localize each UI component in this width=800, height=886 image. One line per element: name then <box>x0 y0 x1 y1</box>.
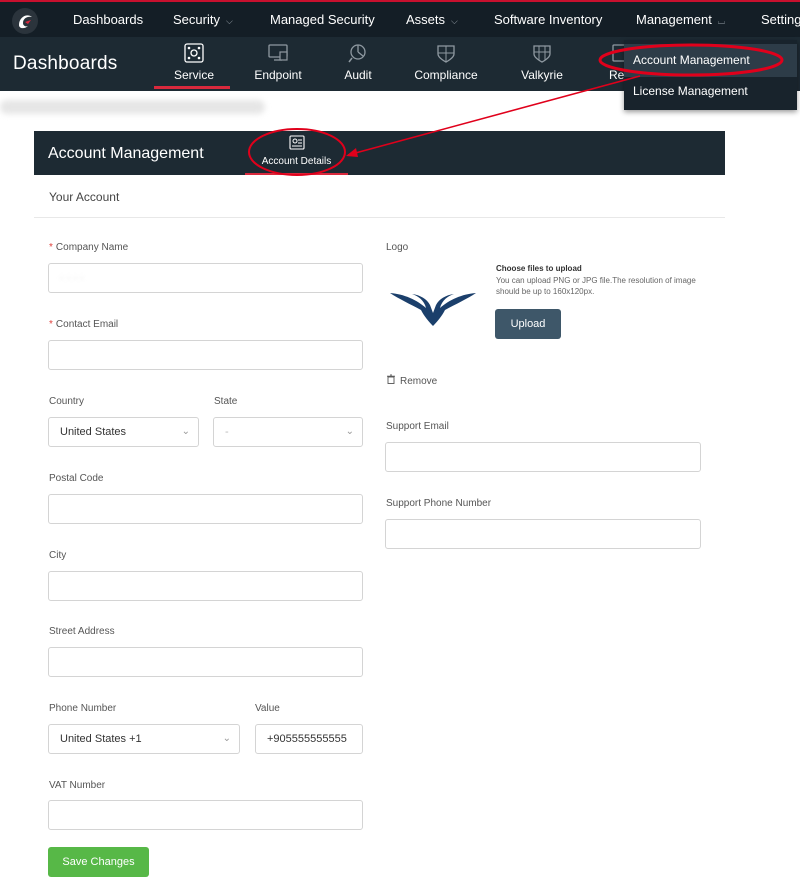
active-tab-indicator <box>154 86 230 89</box>
phone-value-label: Value <box>255 703 280 714</box>
country-select-value: United States <box>60 426 127 438</box>
street-address-label: Street Address <box>49 626 115 637</box>
menu-item-license-management[interactable]: License Management <box>624 75 797 108</box>
tab-compliance-label: Compliance <box>414 68 478 82</box>
city-label: City <box>49 550 67 561</box>
upload-button[interactable]: Upload <box>495 309 561 339</box>
chevron-down-icon: ⌄ <box>181 426 190 437</box>
compliance-icon <box>437 45 455 63</box>
remove-logo-button[interactable]: Remove <box>386 374 437 387</box>
nav-management-label: Management <box>636 12 712 27</box>
nav-management[interactable]: Management ⌴ <box>636 2 725 37</box>
nav-assets-label: Assets <box>406 12 446 27</box>
postal-code-label: Postal Code <box>49 473 104 484</box>
contact-email-label-text: Contact Email <box>55 319 119 330</box>
tab-account-details-label: Account Details <box>261 156 332 167</box>
country-select[interactable]: United States ⌄ <box>48 417 199 447</box>
nav-settings-label: Settings <box>761 12 800 27</box>
support-phone-input[interactable] <box>385 519 701 549</box>
country-label: Country <box>49 396 85 407</box>
save-changes-button[interactable]: Save Changes <box>48 847 149 877</box>
nav-software-inventory-label: Software Inventory <box>494 12 603 27</box>
phone-country-select[interactable]: United States +1 ⌄ <box>48 724 240 754</box>
logo-icon <box>13 9 37 33</box>
tab-service[interactable]: Service <box>154 37 234 91</box>
nav-security-label: Security <box>173 12 220 27</box>
audit-icon <box>348 44 366 63</box>
state-select[interactable]: - ⌄ <box>213 417 363 447</box>
nav-dashboards[interactable]: Dashboards <box>73 2 143 37</box>
nav-managed-security-label: Managed Security <box>270 12 375 27</box>
page-title: Account Management <box>48 145 204 162</box>
vat-number-input[interactable] <box>48 800 363 830</box>
state-label: State <box>214 396 238 407</box>
support-email-input[interactable] <box>385 442 701 472</box>
upload-hint: You can upload PNG or JPG file.The resol… <box>496 276 696 296</box>
tab-audit-label: Audit <box>344 68 372 82</box>
street-address-input[interactable] <box>48 647 363 677</box>
management-dropdown: Account Management License Management <box>624 40 797 110</box>
phone-country-select-value: United States +1 <box>60 733 142 745</box>
active-tab-indicator <box>245 173 348 175</box>
chevron-down-icon: ⌵ <box>225 16 233 26</box>
app-logo[interactable] <box>12 8 38 34</box>
account-details-icon <box>288 135 305 150</box>
support-email-label: Support Email <box>386 421 449 432</box>
top-navigation: Dashboards Security ⌵ Managed Security As… <box>0 0 800 37</box>
tab-account-details[interactable]: Account Details <box>245 131 348 175</box>
required-marker: * <box>49 319 53 330</box>
remove-label: Remove <box>400 376 438 387</box>
state-select-value: - <box>225 426 229 438</box>
nav-settings[interactable]: Settings <box>761 2 800 37</box>
nav-software-inventory[interactable]: Software Inventory <box>494 2 602 37</box>
vat-number-label: VAT Number <box>49 780 106 791</box>
tab-compliance[interactable]: Compliance <box>406 37 486 91</box>
company-name-label-text: Company Name <box>55 242 129 253</box>
section-divider <box>34 217 725 218</box>
city-input[interactable] <box>48 571 363 601</box>
chevron-down-icon: ⌵ <box>451 16 458 26</box>
support-phone-label: Support Phone Number <box>386 498 492 509</box>
chevron-down-icon: ⌄ <box>345 426 354 437</box>
company-name-input[interactable]: · · · · <box>48 263 363 293</box>
valkyrie-icon <box>533 45 551 63</box>
nav-assets[interactable]: Assets ⌵ <box>406 2 458 37</box>
tab-valkyrie-label: Valkyrie <box>521 68 563 82</box>
postal-code-input[interactable] <box>48 494 363 524</box>
company-logo-image <box>390 293 476 326</box>
phone-value-input[interactable]: +905555555555 <box>255 724 363 754</box>
chevron-down-icon: ⌄ <box>222 733 231 744</box>
tab-audit[interactable]: Audit <box>318 37 398 91</box>
trash-icon <box>387 374 395 384</box>
company-name-label: * Company Name <box>49 242 128 253</box>
tab-valkyrie[interactable]: Valkyrie <box>502 37 582 91</box>
service-icon <box>184 43 204 63</box>
chevron-up-icon: ⌴ <box>717 16 726 26</box>
company-name-redacted-value: · · · · <box>60 272 84 284</box>
required-marker: * <box>49 242 53 253</box>
menu-item-account-management[interactable]: Account Management <box>624 44 797 77</box>
endpoint-icon <box>268 44 288 61</box>
subnav-title: Dashboards <box>13 53 118 74</box>
tab-endpoint[interactable]: Endpoint <box>238 37 318 91</box>
blurred-breadcrumb <box>0 100 265 114</box>
nav-security[interactable]: Security ⌵ <box>173 2 233 37</box>
contact-email-label: * Contact Email <box>49 319 118 330</box>
logo-label: Logo <box>386 242 409 253</box>
nav-dashboards-label: Dashboards <box>73 12 144 27</box>
tab-service-label: Service <box>173 68 214 82</box>
account-management-header: Account Management Account Details <box>34 131 725 175</box>
nav-managed-security[interactable]: Managed Security <box>270 2 375 37</box>
upload-title: Choose files to upload <box>496 264 582 273</box>
phone-number-label: Phone Number <box>49 703 117 714</box>
section-title: Your Account <box>49 190 120 204</box>
tab-endpoint-label: Endpoint <box>254 68 302 82</box>
contact-email-input[interactable] <box>48 340 363 370</box>
